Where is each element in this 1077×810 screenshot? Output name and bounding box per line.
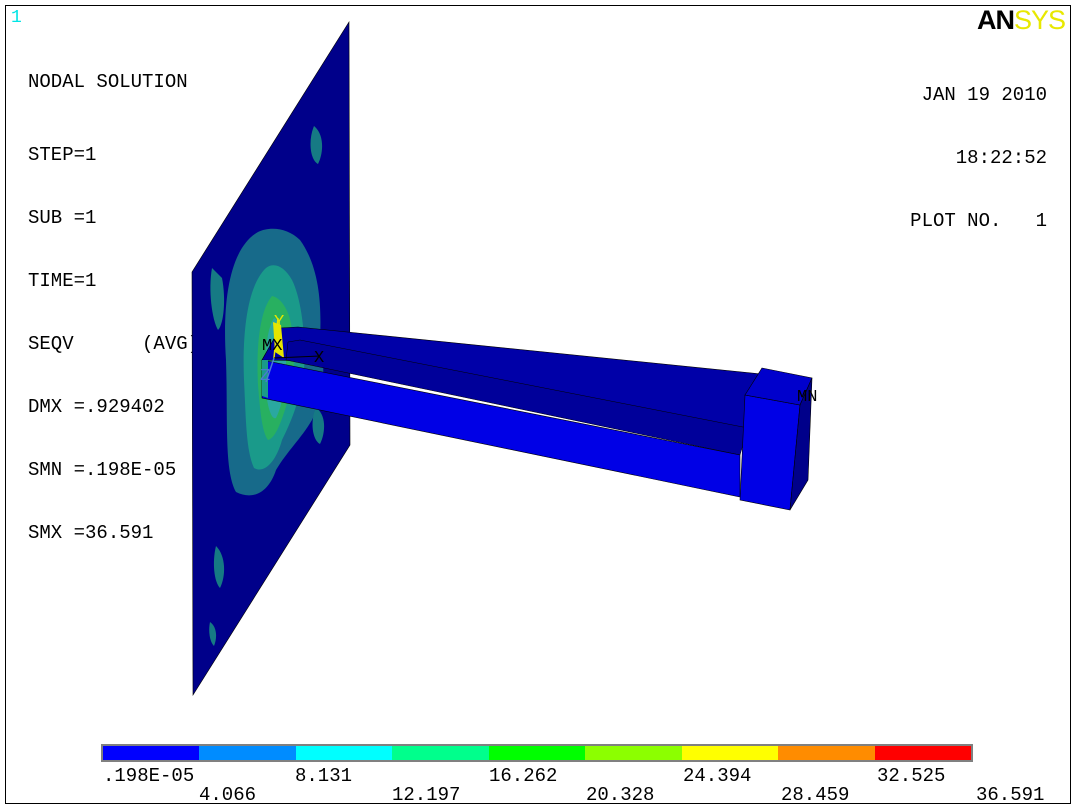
legend-label: 4.066 xyxy=(199,784,257,806)
legend-label: 8.131 xyxy=(295,765,353,787)
legend-label: 12.197 xyxy=(392,784,461,806)
triad-z-label: Z xyxy=(260,367,270,386)
legend-label: 24.394 xyxy=(683,765,752,787)
min-marker: MN xyxy=(797,388,817,407)
legend-band-6 xyxy=(681,746,779,760)
legend-label: 32.525 xyxy=(877,765,946,787)
triad-y-label: Y xyxy=(274,313,284,332)
legend-band-4 xyxy=(488,746,586,760)
legend-band-0 xyxy=(103,746,200,760)
ansys-graphics-window[interactable]: 1 NODAL SOLUTION STEP=1 SUB =1 TIME=1 SE… xyxy=(0,0,1077,810)
contour-legend-bar xyxy=(101,744,973,762)
triad-x-label: X xyxy=(314,349,324,368)
legend-band-5 xyxy=(585,746,682,760)
model-viewport[interactable]: Y X Z MX MN xyxy=(0,0,1077,810)
legend-label: 20.328 xyxy=(586,784,655,806)
max-marker: MX xyxy=(262,337,282,356)
end-block-front xyxy=(739,394,801,511)
legend-label: 28.459 xyxy=(781,784,850,806)
legend-label: 36.591 xyxy=(976,784,1045,806)
legend-band-7 xyxy=(778,746,875,760)
legend-band-3 xyxy=(392,746,489,760)
legend-band-1 xyxy=(199,746,296,760)
legend-band-8 xyxy=(874,746,971,760)
legend-band-2 xyxy=(295,746,393,760)
legend-label: 16.262 xyxy=(489,765,558,787)
legend-label: .198E-05 xyxy=(103,765,195,787)
